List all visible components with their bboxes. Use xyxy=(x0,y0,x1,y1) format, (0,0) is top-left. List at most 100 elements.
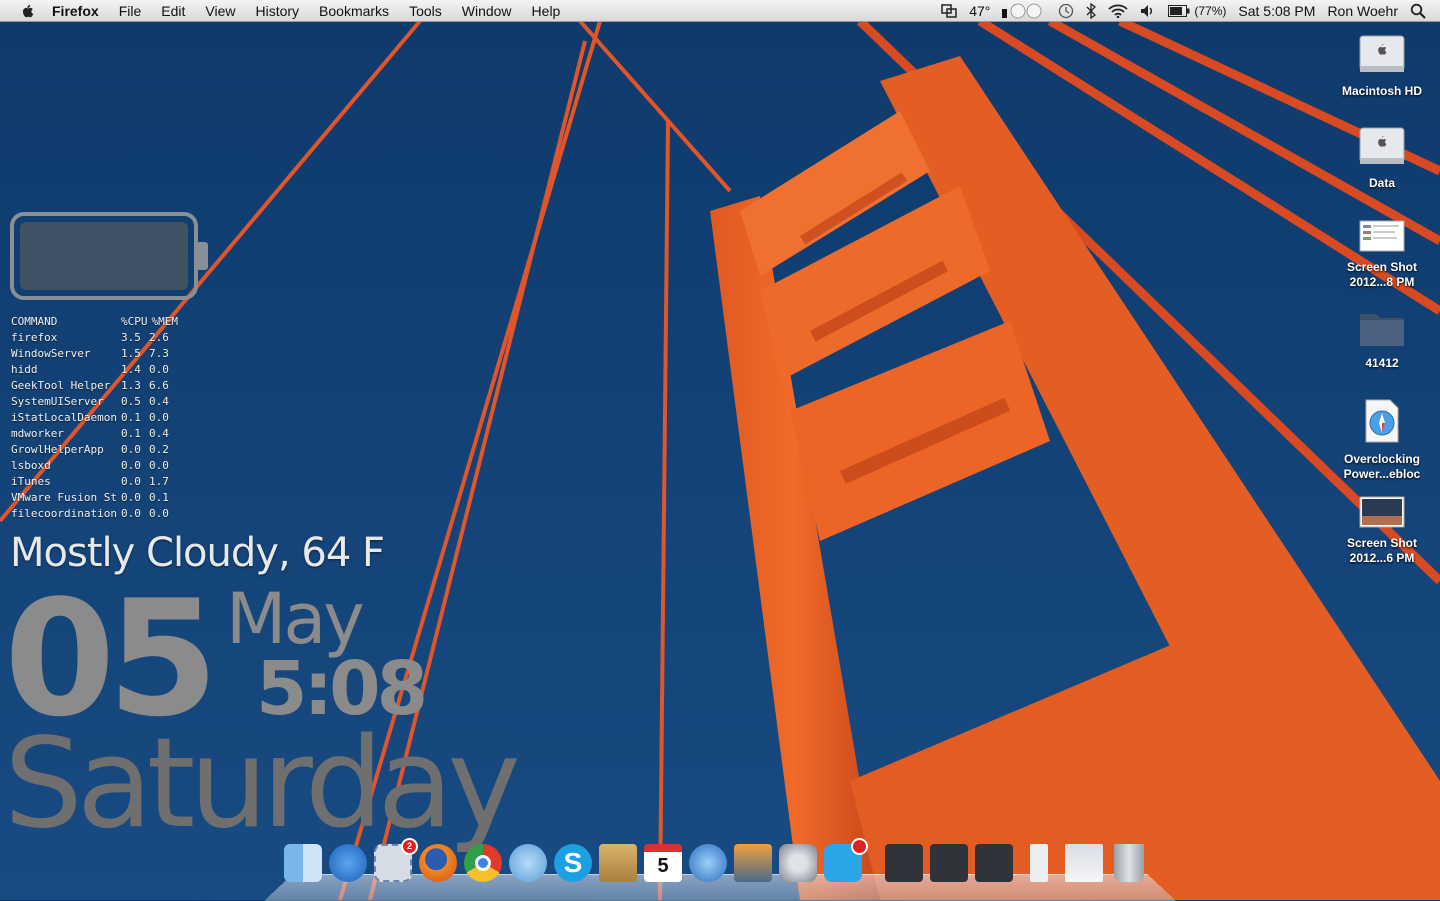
process-mem: 0.4 xyxy=(149,427,169,440)
menu-app-name[interactable]: Firefox xyxy=(52,3,99,19)
dock-firefox-icon[interactable] xyxy=(419,844,457,882)
menu-file[interactable]: File xyxy=(119,3,142,19)
process-mem: 0.0 xyxy=(149,459,169,472)
desktop-icon-label: 41412 xyxy=(1365,356,1399,370)
dock-facetime-icon[interactable] xyxy=(509,844,547,882)
process-command: WindowServer xyxy=(11,347,91,360)
dock-mail-icon[interactable]: 2 xyxy=(374,838,418,882)
screenshot-file-icon xyxy=(1359,220,1405,252)
dock-applications-stack-icon[interactable] xyxy=(885,844,923,882)
process-header-cpu: %CPU xyxy=(121,315,148,328)
process-list: COMMAND %CPU %MEM firefox 3.5 2.6 WindowSe… xyxy=(11,314,178,522)
dock-chrome-icon[interactable] xyxy=(464,844,502,882)
process-header: COMMAND %CPU %MEM xyxy=(11,314,178,330)
menu-history[interactable]: History xyxy=(255,3,299,19)
menu-view[interactable]: View xyxy=(205,3,235,19)
process-mem: 0.2 xyxy=(149,443,169,456)
process-row: filecoordination 0.0 0.0 xyxy=(11,506,178,522)
process-cpu: 0.0 xyxy=(121,475,141,488)
dock-downloads-stack-icon[interactable] xyxy=(975,844,1013,882)
process-command: mdworker xyxy=(11,427,64,440)
menu-bookmarks[interactable]: Bookmarks xyxy=(319,3,389,19)
user-name[interactable]: Ron Woehr xyxy=(1327,3,1398,19)
menu-tools[interactable]: Tools xyxy=(409,3,442,19)
process-command: SystemUIServer xyxy=(11,395,104,408)
process-mem: 0.4 xyxy=(149,395,169,408)
menu-edit[interactable]: Edit xyxy=(161,3,185,19)
process-command: GeekTool Helper xyxy=(11,379,111,392)
process-cpu: 3.5 xyxy=(121,331,141,344)
process-row: SystemUIServer 0.5 0.4 xyxy=(11,394,178,410)
desktop-icon-label: Macintosh HD xyxy=(1341,84,1422,98)
desktop-icon-label: Overclocking Power...ebloc xyxy=(1343,452,1421,481)
dock-skype-icon[interactable]: S xyxy=(554,844,592,882)
process-row: iTunes 0.0 1.7 xyxy=(11,474,178,490)
temperature-readout[interactable]: 47° xyxy=(969,3,990,19)
menubar-clock[interactable]: Sat 5:08 PM xyxy=(1238,3,1315,19)
hard-drive-icon xyxy=(1359,35,1405,72)
dock-iphoto-icon[interactable] xyxy=(734,844,772,882)
spotlight-search-icon[interactable] xyxy=(1410,3,1426,19)
process-cpu: 0.0 xyxy=(121,443,141,456)
process-mem: 2.6 xyxy=(149,331,169,344)
menu-window[interactable]: Window xyxy=(462,3,512,19)
battery-widget-icon xyxy=(10,212,208,300)
mail-badge: 2 xyxy=(400,838,418,855)
dock-firefox-window-icon[interactable] xyxy=(1065,844,1103,882)
process-mem: 0.0 xyxy=(149,363,169,376)
dock-twitter-icon[interactable] xyxy=(824,838,868,882)
desktop-icon-label: Screen Shot 2012...6 PM xyxy=(1346,536,1418,565)
volume-icon[interactable] xyxy=(1140,4,1156,18)
desktop-icon-overclocking-webloc[interactable]: Overclocking Power...ebloc xyxy=(1327,398,1437,482)
safari-document-icon xyxy=(1365,399,1399,443)
time-machine-icon[interactable] xyxy=(1058,3,1074,19)
desktop-icon-label: Screen Shot 2012...8 PM xyxy=(1346,260,1418,289)
desktop-icon-screenshot-2[interactable]: Screen Shot 2012...6 PM xyxy=(1327,496,1437,566)
twitter-badge-icon xyxy=(851,838,868,855)
date-weekday: Saturday xyxy=(4,712,521,856)
process-cpu: 0.5 xyxy=(121,395,141,408)
hard-drive-icon xyxy=(1359,127,1405,164)
process-mem: 7.3 xyxy=(149,347,169,360)
process-command: GrowlHelperApp xyxy=(11,443,104,456)
process-cpu: 0.1 xyxy=(121,427,141,440)
dock-trash-icon[interactable] xyxy=(1114,844,1144,882)
desktop-icon-macintosh-hd[interactable]: Macintosh HD xyxy=(1327,30,1437,99)
desktop-icon-folder-41412[interactable]: 41412 xyxy=(1327,308,1437,371)
dock-preview-document-icon[interactable] xyxy=(1030,844,1048,882)
process-row: WindowServer 1.5 7.3 xyxy=(11,346,178,362)
dock-app-store-icon[interactable] xyxy=(329,844,367,882)
process-cpu: 0.0 xyxy=(121,459,141,472)
folder-icon xyxy=(1360,314,1404,346)
desktop-icon-screenshot-1[interactable]: Screen Shot 2012...8 PM xyxy=(1327,220,1437,290)
process-command: VMware Fusion St xyxy=(11,491,117,504)
process-cpu: 1.3 xyxy=(121,379,141,392)
dock-finder-icon[interactable] xyxy=(284,844,322,882)
dock-documents-stack-icon[interactable] xyxy=(930,844,968,882)
dock: 2 S 5 xyxy=(264,838,1176,901)
battery-percent: (77%) xyxy=(1194,3,1227,18)
process-cpu: 0.1 xyxy=(121,411,141,424)
process-command: filecoordination xyxy=(11,507,117,520)
screen-sharing-icon[interactable] xyxy=(941,3,957,18)
process-command: hidd xyxy=(11,363,38,376)
battery-status[interactable]: (77%) xyxy=(1168,4,1226,18)
process-row: iStatLocalDaemon 0.1 0.0 xyxy=(11,410,178,426)
dock-address-book-icon[interactable] xyxy=(599,844,637,882)
process-mem: 0.0 xyxy=(149,507,169,520)
ical-date: 5 xyxy=(657,855,669,877)
process-row: hidd 1.4 0.0 xyxy=(11,362,178,378)
desktop-icon-data[interactable]: Data xyxy=(1327,122,1437,191)
dock-system-preferences-icon[interactable] xyxy=(779,844,817,882)
process-command: firefox xyxy=(11,331,58,344)
process-command: lsboxd xyxy=(11,459,51,472)
bluetooth-icon[interactable] xyxy=(1086,2,1097,19)
process-mem: 6.6 xyxy=(149,379,169,392)
process-cpu: 0.0 xyxy=(121,507,141,520)
cpu-meter-icon[interactable] xyxy=(1002,3,1046,19)
apple-menu-icon[interactable] xyxy=(18,2,36,20)
dock-itunes-icon[interactable] xyxy=(689,844,727,882)
menu-help[interactable]: Help xyxy=(532,3,561,19)
dock-ical-icon[interactable]: 5 xyxy=(644,844,682,882)
wifi-icon[interactable] xyxy=(1108,4,1128,18)
